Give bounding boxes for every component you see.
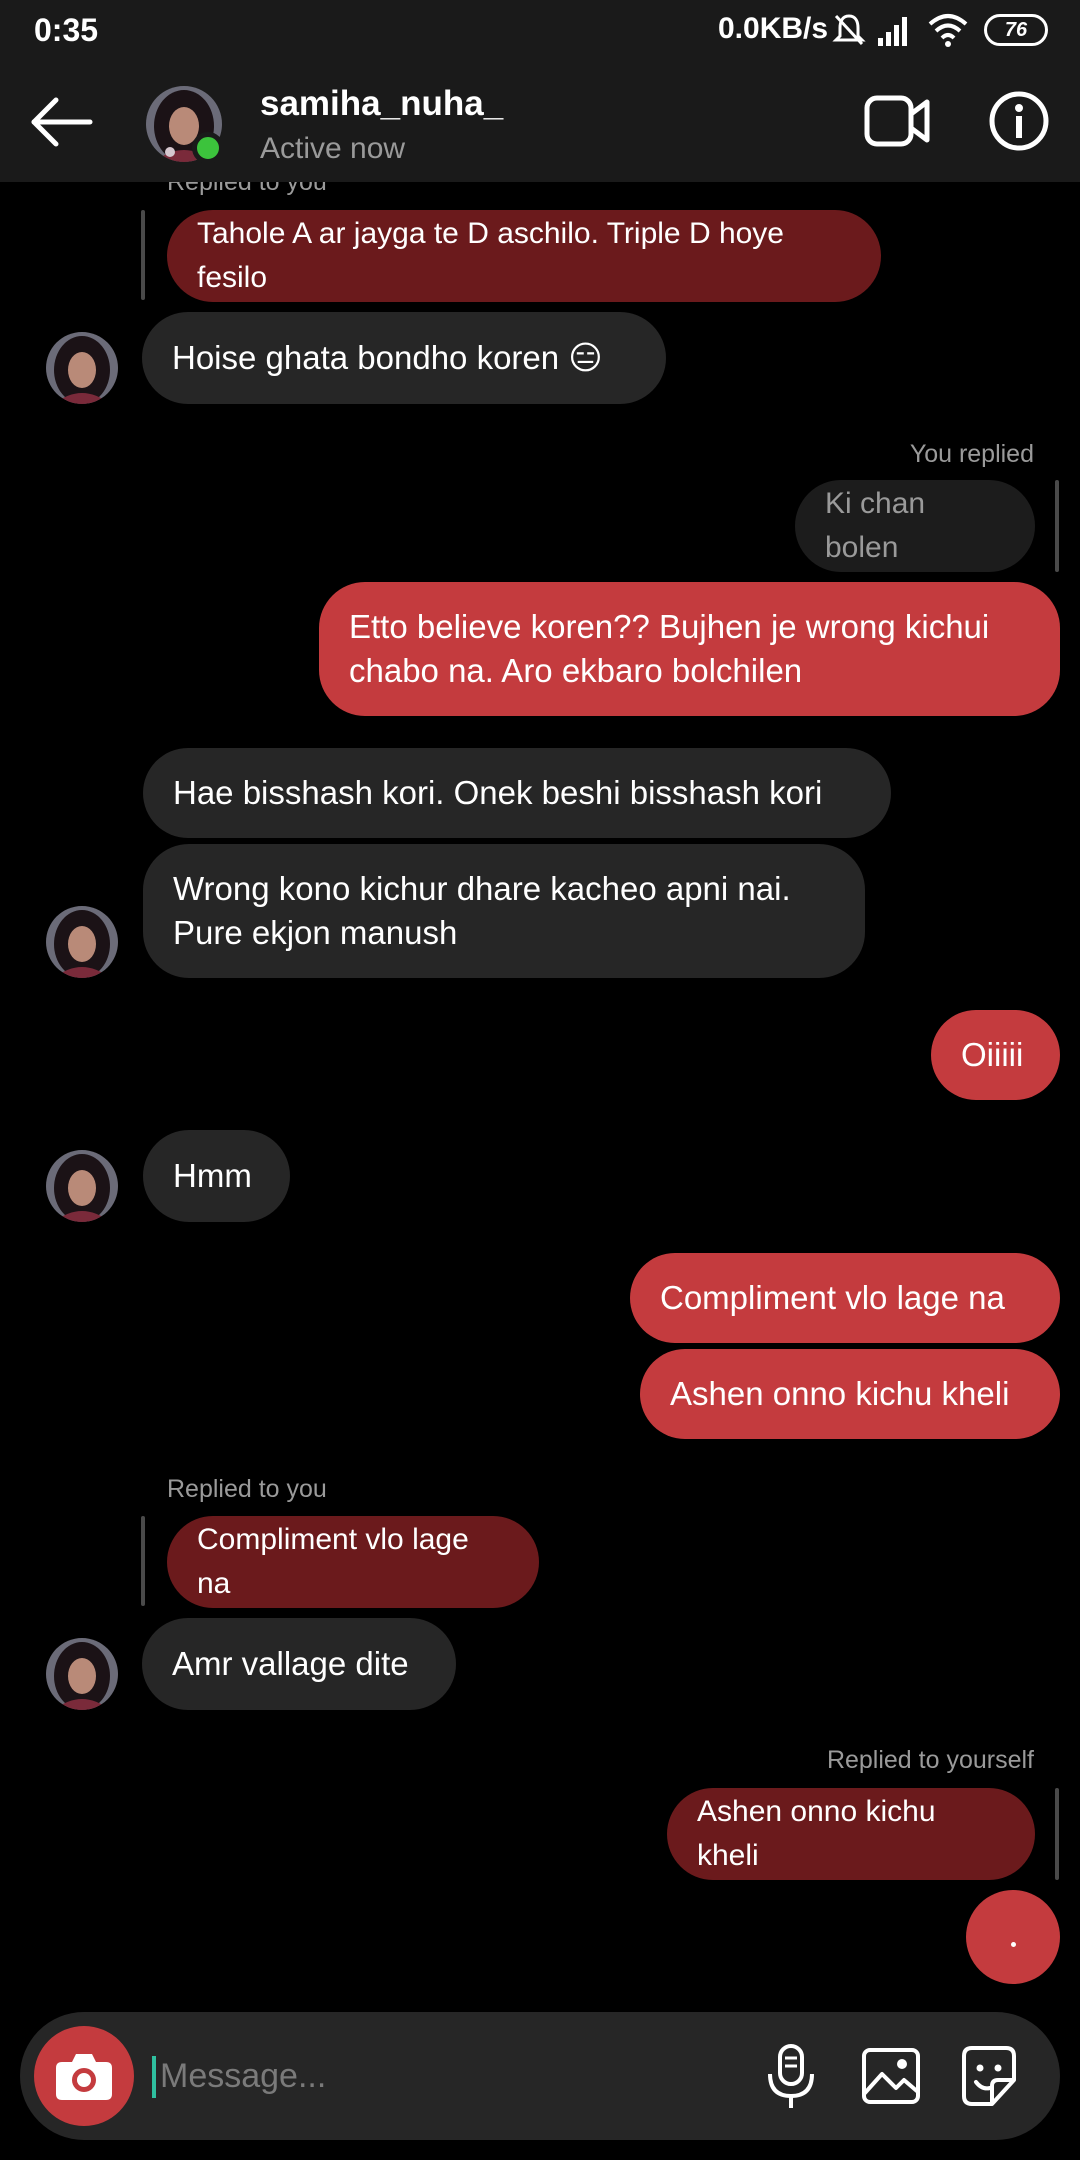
sticker-icon[interactable] (956, 2042, 1022, 2110)
reply-context-label: Replied to you (167, 1475, 327, 1503)
outgoing-message[interactable]: Etto believe koren?? Bujhen je wrong kic… (319, 582, 1060, 716)
video-call-icon[interactable] (864, 92, 930, 150)
wifi-icon (928, 14, 968, 47)
text-cursor (152, 2056, 156, 2098)
quoted-message[interactable]: Tahole A ar jayga te D aschilo. Triple D… (167, 210, 881, 302)
status-time: 0:35 (34, 12, 99, 48)
incoming-message[interactable]: Amr vallage dite (142, 1618, 456, 1710)
camera-button[interactable] (34, 2026, 134, 2126)
avatar[interactable] (46, 1638, 118, 1710)
avatar[interactable] (46, 1150, 118, 1222)
incoming-message[interactable]: Hoise ghata bondho koren 😑 (142, 312, 666, 404)
mute-icon (832, 14, 866, 46)
battery-icon: 76 (984, 14, 1048, 46)
chat-header: samiha_nuha_ Active now (0, 62, 1080, 182)
quote-bar (1055, 1788, 1059, 1880)
typing-indicator (966, 1890, 1060, 1984)
gallery-icon[interactable] (858, 2042, 924, 2110)
quoted-message[interactable]: Compliment vlo lage na (167, 1516, 539, 1608)
network-speed: 0.0KB/s (718, 12, 829, 45)
message-input[interactable] (160, 2046, 720, 2106)
outgoing-message[interactable]: Oiiiii (931, 1010, 1060, 1100)
quoted-message[interactable]: Ashen onno kichu kheli (667, 1788, 1035, 1880)
avatar[interactable] (46, 332, 118, 404)
incoming-message[interactable]: Wrong kono kichur dhare kacheo apni nai.… (143, 844, 865, 978)
microphone-icon[interactable] (758, 2042, 824, 2110)
camera-icon (56, 2054, 112, 2100)
online-indicator (192, 132, 224, 164)
quote-bar (1055, 480, 1059, 572)
back-arrow-icon[interactable] (24, 84, 100, 160)
outgoing-message[interactable]: Compliment vlo lage na (630, 1253, 1060, 1343)
quoted-message[interactable]: Ki chan bolen (795, 480, 1035, 572)
outgoing-message[interactable]: Ashen onno kichu kheli (640, 1349, 1060, 1439)
incoming-message[interactable]: Hmm (143, 1130, 290, 1222)
status-bar: 0:35 0.0KB/s 76 (0, 0, 1080, 62)
chat-username[interactable]: samiha_nuha_ (260, 84, 503, 124)
quote-bar (141, 1516, 145, 1606)
avatar[interactable] (46, 906, 118, 978)
reply-context-label: You replied (909, 440, 1034, 468)
signal-icon (878, 17, 907, 46)
active-status: Active now (260, 132, 406, 165)
battery-level: 76 (1004, 18, 1028, 41)
quote-bar (141, 210, 145, 300)
dm-chat-screen: 0:35 0.0KB/s 76 samiha_nuha_ Active now … (0, 0, 1080, 2160)
incoming-message[interactable]: Hae bisshash kori. Onek beshi bisshash k… (143, 748, 891, 838)
reply-context-label: Replied to yourself (826, 1746, 1034, 1774)
info-icon[interactable] (988, 90, 1050, 152)
message-composer (20, 2012, 1060, 2140)
